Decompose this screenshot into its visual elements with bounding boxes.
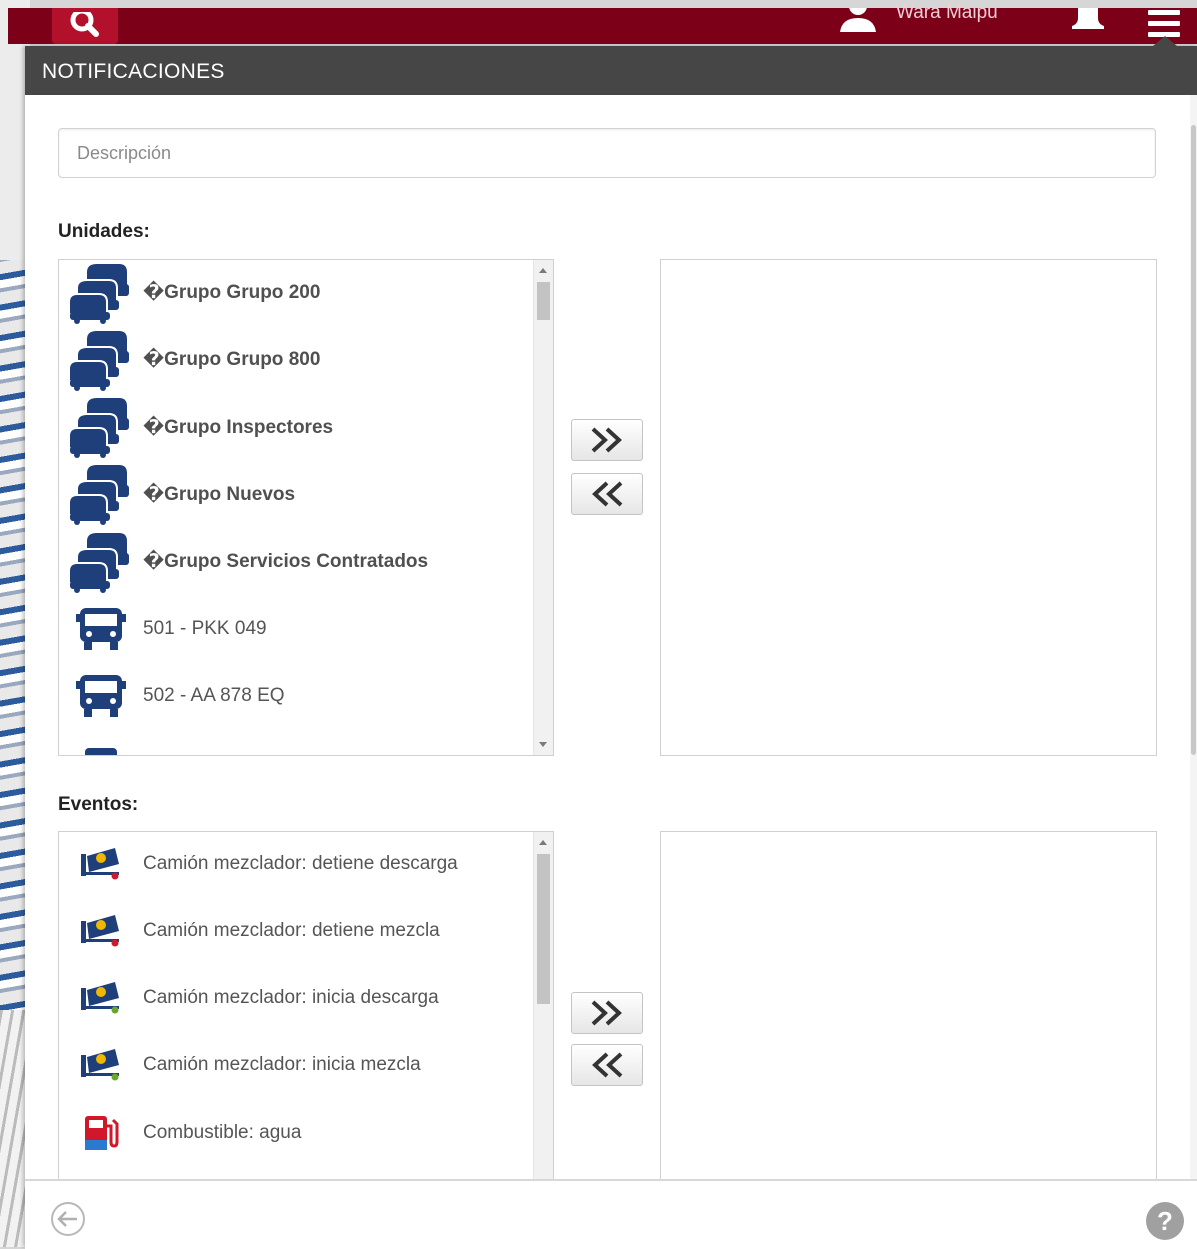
user-menu[interactable]: Wara Maipu [838, 2, 998, 44]
arrow-left-icon [57, 1211, 77, 1227]
list-item-label: Camión mezclador: detiene descarga [143, 852, 458, 874]
hamburger-icon [1148, 10, 1180, 37]
list-item[interactable]: 501 - PKK 049 [59, 596, 529, 663]
scroll-up-icon[interactable] [539, 268, 547, 273]
list-item-label: �Grupo Nuevos [143, 483, 296, 505]
panel-caret [1153, 36, 1177, 46]
notifications-button[interactable] [1070, 8, 1106, 37]
list-item[interactable] [59, 730, 529, 755]
question-mark-icon: ? [1157, 1205, 1173, 1236]
events-selected-list[interactable] [660, 831, 1157, 1191]
mixer-truck-icon [59, 978, 143, 1018]
list-item[interactable]: Combustible: agua [59, 1099, 529, 1166]
panel-title: NOTIFICACIONES [42, 60, 225, 83]
list-item-label: �Grupo Grupo 200 [143, 282, 321, 303]
events-available-list[interactable]: Camión mezclador: detiene descarga Camión… [58, 831, 554, 1191]
list-item-label: 501 - PKK 049 [143, 618, 267, 639]
fuel-pump-icon [59, 1114, 143, 1152]
units-selected-list[interactable] [660, 259, 1157, 756]
user-name: Wara Maipu [896, 2, 998, 23]
scroll-thumb[interactable] [537, 854, 550, 1004]
double-chevron-left-icon [592, 1052, 623, 1078]
bell-icon [1072, 8, 1104, 29]
double-chevron-right-icon [591, 1000, 622, 1026]
list-item-label: Camión mezclador: inicia mezcla [143, 1054, 421, 1076]
list-item-label: �Grupo Servicios Contratados [143, 551, 429, 573]
scroll-up-icon[interactable] [539, 840, 547, 845]
search-button[interactable] [52, 8, 118, 44]
scroll-thumb[interactable] [1191, 125, 1196, 755]
list-item-label: �Grupo Inspectores [143, 416, 334, 438]
panel-header: NOTIFICACIONES [25, 36, 1197, 95]
units-scrollbar[interactable] [533, 260, 553, 755]
list-item-label: Camión mezclador: inicia descarga [143, 987, 439, 1009]
list-item[interactable]: �Grupo Nuevos [59, 461, 529, 528]
add-units-button[interactable] [571, 419, 643, 461]
remove-units-button[interactable] [571, 473, 643, 515]
events-scrollbar[interactable] [533, 832, 553, 1190]
list-item[interactable]: 502 - AA 878 EQ [59, 663, 529, 730]
double-chevron-right-icon [591, 427, 622, 453]
bus-icon [59, 673, 143, 719]
mixer-truck-icon [59, 1045, 143, 1085]
vehicle-group-icon [59, 329, 143, 391]
list-item[interactable]: Camión mezclador: detiene descarga [59, 832, 529, 897]
vehicle-group-icon [59, 531, 143, 593]
units-label: Unidades: [58, 221, 150, 242]
list-item-label: Combustible: agua [143, 1121, 302, 1143]
list-item-label: �Grupo Grupo 800 [143, 349, 321, 371]
list-item[interactable]: �Grupo Inspectores [59, 394, 529, 461]
list-item[interactable]: �Grupo Grupo 200 [59, 260, 529, 326]
search-icon [70, 12, 99, 37]
help-button[interactable]: ? [1146, 1202, 1184, 1240]
list-item-label: Camión mezclador: detiene mezcla [143, 919, 440, 941]
top-bar: Wara Maipu [8, 2, 1197, 44]
bus-icon [59, 606, 143, 652]
back-button[interactable] [51, 1202, 85, 1236]
user-icon [840, 8, 876, 32]
vehicle-group-icon [59, 396, 143, 459]
list-item[interactable]: Camión mezclador: inicia mezcla [59, 1032, 529, 1099]
list-item[interactable]: Camión mezclador: inicia descarga [59, 965, 529, 1032]
panel-footer: ? [25, 1179, 1197, 1249]
list-item-label: 502 - AA 878 EQ [143, 685, 285, 707]
remove-events-button[interactable] [571, 1044, 643, 1086]
add-events-button[interactable] [571, 992, 643, 1034]
double-chevron-left-icon [592, 481, 623, 507]
description-input[interactable] [58, 128, 1156, 178]
mixer-truck-icon [59, 844, 143, 884]
list-item[interactable]: �Grupo Grupo 800 [59, 326, 529, 393]
vehicle-group-icon [59, 463, 143, 526]
notifications-panel: NOTIFICACIONES Unidades: �Grupo Grupo 20… [25, 36, 1197, 1249]
units-available-list[interactable]: �Grupo Grupo 200 �Grupo Grupo 800 �Grupo I… [58, 259, 554, 756]
mixer-truck-icon [59, 911, 143, 951]
list-item[interactable]: Camión mezclador: detiene mezcla [59, 897, 529, 964]
scroll-down-icon[interactable] [539, 742, 547, 747]
panel-scrollbar[interactable] [1190, 95, 1197, 1179]
bus-icon [85, 747, 117, 755]
list-item[interactable]: �Grupo Servicios Contratados [59, 528, 529, 595]
events-label: Eventos: [58, 794, 139, 815]
scroll-thumb[interactable] [537, 282, 550, 320]
vehicle-group-icon [59, 262, 143, 324]
